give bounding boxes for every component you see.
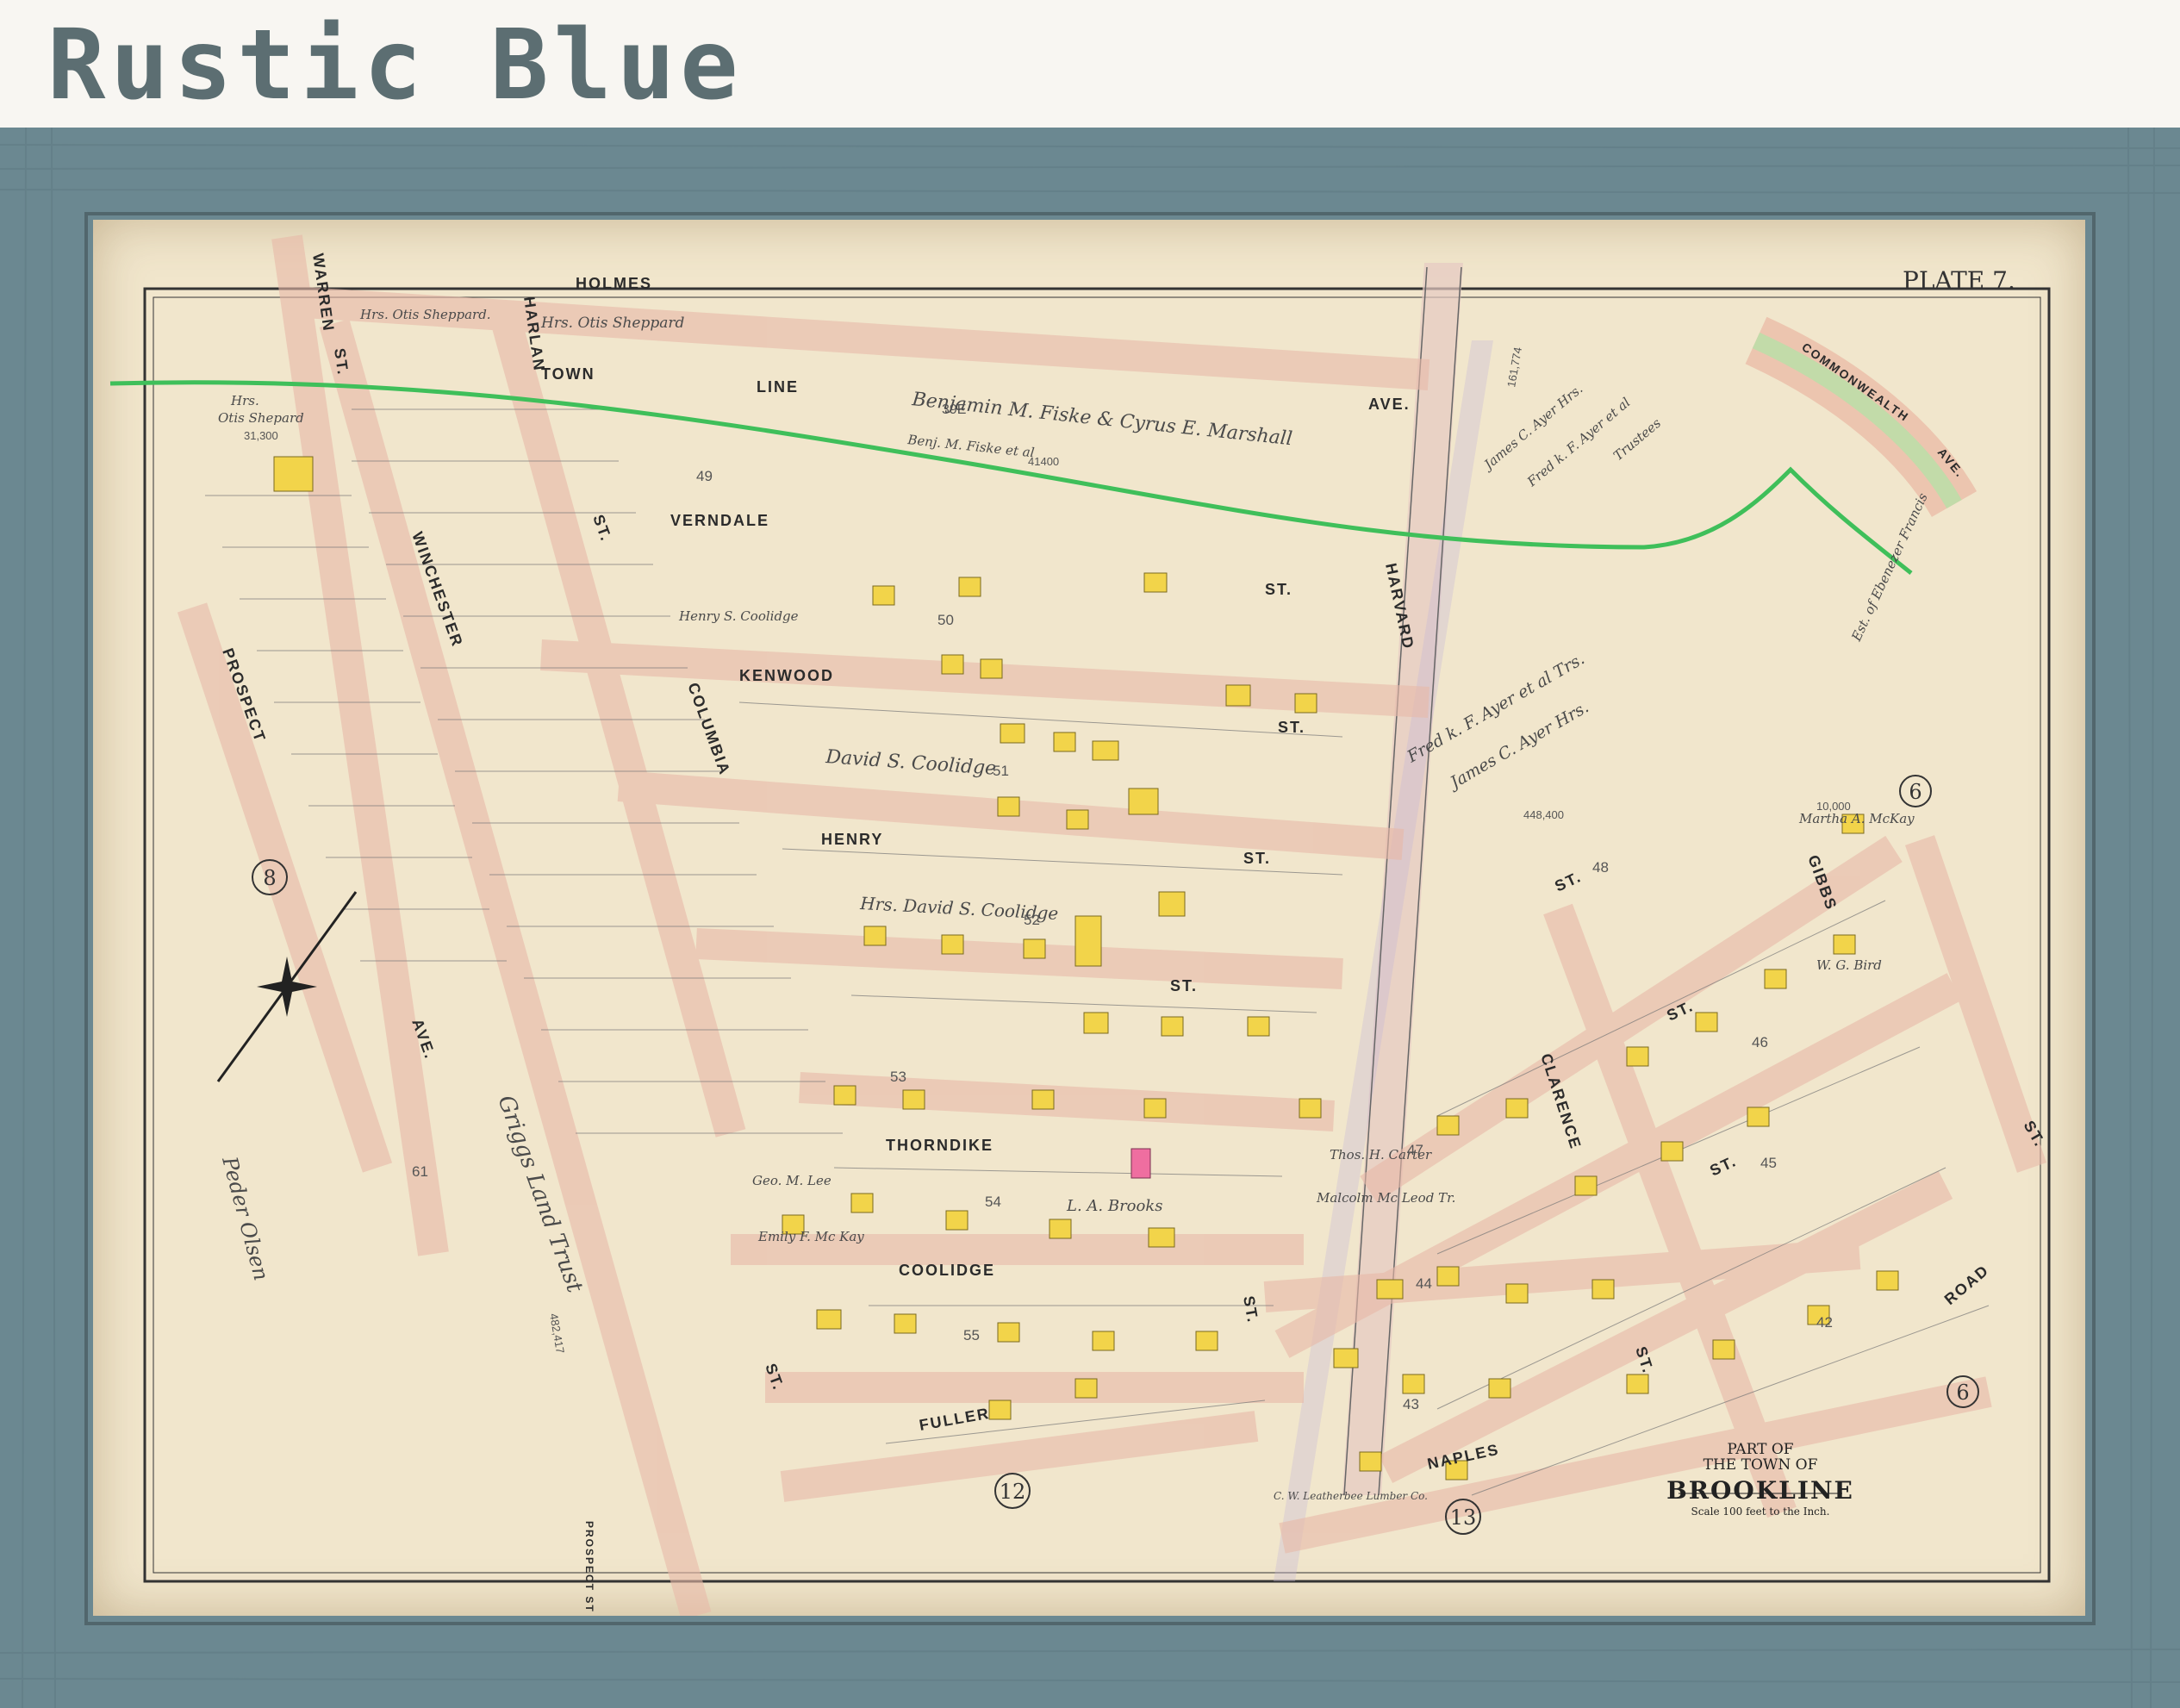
owner-sheppard-1: Hrs. Otis Sheppard. [359, 307, 491, 322]
harvard-street [1274, 263, 1493, 1581]
circle-8: 8 [263, 866, 276, 890]
block-46: 46 [1752, 1034, 1768, 1050]
cartouche-town-of: THE TOWN OF [1704, 1456, 1818, 1474]
circle-12: 12 [1000, 1480, 1026, 1504]
street-st-mid: ST. [1170, 977, 1198, 994]
street-town-label: TOWN [541, 365, 595, 383]
street-verndale-st: ST. [1265, 581, 1292, 598]
street-coolidge: COOLIDGE [899, 1262, 995, 1279]
street-harlan-st: ST. [589, 513, 615, 545]
owner-trustees: Trustees [1610, 415, 1664, 464]
street-harvard-st: ST. [1240, 1294, 1261, 1325]
owner-francis: Est. of Ebenezer Francis [1848, 490, 1931, 645]
block-61: 61 [412, 1163, 428, 1180]
street-verndale: VERNDALE [670, 512, 769, 529]
area-39e: 39E [942, 402, 966, 417]
street-fuller: FULLER [918, 1405, 991, 1434]
street-prospect-st: PROSPECT ST [583, 1521, 595, 1613]
owner-mckay2: Emily F. Mc Kay [757, 1229, 864, 1244]
block-55: 55 [963, 1327, 980, 1343]
street-road: ROAD [1941, 1262, 1993, 1309]
block-45: 45 [1760, 1155, 1777, 1171]
block-48: 48 [1592, 859, 1609, 876]
block-53: 53 [890, 1069, 906, 1085]
commonwealth-avenue [1745, 316, 1978, 518]
block-44: 44 [1416, 1275, 1432, 1292]
title-banner: Rustic Blue [0, 0, 2180, 125]
area-31300: 31,300 [244, 429, 278, 442]
block-51: 51 [993, 763, 1009, 779]
owner-lee: Geo. M. Lee [752, 1173, 832, 1188]
owner-coolidge-1: Henry S. Coolidge [678, 608, 799, 624]
block-47: 47 [1407, 1142, 1423, 1158]
area-161774: 161,774 [1504, 346, 1524, 389]
street-kenwood-st: ST. [1278, 719, 1305, 736]
block-50: 50 [937, 612, 954, 628]
cartouche-part-of: PART OF [1727, 1441, 1793, 1458]
plate-label: PLATE 7. [1903, 266, 2015, 295]
street-lower-st: ST. [1707, 1152, 1739, 1180]
owner-malcolm: Malcolm Mc Leod Tr. [1316, 1190, 1455, 1206]
owner-leatherbee: C. W. Leatherbee Lumber Co. [1274, 1490, 1428, 1502]
street-kenwood: KENWOOD [739, 667, 834, 684]
street-holmes: HOLMES [576, 275, 652, 292]
block-43: 43 [1403, 1396, 1419, 1412]
street-henry-st: ST. [1243, 850, 1271, 867]
street-henry: HENRY [821, 831, 883, 848]
owner-peder: Peder Olsen [217, 1153, 273, 1282]
owner-sheppard-2: Hrs. Otis Sheppard [540, 315, 684, 332]
owner-ayer-2: Fred k. F. Ayer et al [1523, 395, 1633, 490]
block-49: 49 [696, 468, 713, 484]
circle-6-top: 6 [1909, 780, 1922, 804]
area-448400: 448,400 [1523, 808, 1564, 821]
banner-title: Rustic Blue [47, 9, 744, 122]
area-482417: 482,417 [547, 1312, 567, 1355]
street-thorndike: THORNDIKE [886, 1137, 993, 1154]
street-line-label: LINE [757, 378, 799, 396]
street-bands [177, 234, 2047, 1616]
block-54: 54 [985, 1194, 1001, 1210]
circle-13: 13 [1450, 1505, 1477, 1530]
street-columbia: COLUMBIA [684, 681, 733, 778]
cartouche-scale: Scale 100 feet to the Inch. [1691, 1505, 1830, 1518]
area-41400: 41400 [1028, 455, 1059, 468]
circled-numbers: 8 6 6 12 13 [252, 775, 1979, 1535]
pink-building [1130, 1148, 1151, 1179]
owner-brooks: L. A. Brooks [1066, 1197, 1163, 1215]
block-52: 52 [1024, 912, 1040, 928]
owner-mckay: Martha A. McKay [1798, 811, 1915, 826]
street-gibbs-st: ST. [1552, 868, 1584, 895]
owner-shepard: Otis Shepard [218, 410, 304, 426]
cartouche-brookline: BROOKLINE [1666, 1476, 1854, 1505]
owner-shepard-hrs: Hrs. [230, 393, 259, 408]
owner-ayer-1: James C. Ayer Hrs. [1479, 381, 1586, 474]
block-42: 42 [1816, 1314, 1833, 1331]
circle-6-bottom: 6 [1956, 1381, 1969, 1405]
area-10000: 10,000 [1816, 800, 1851, 813]
map-canvas: PLATE 7. HOLMES WARREN ST. HARLAN TOWN L… [109, 234, 2051, 1616]
owner-bird: W. G. Bird [1816, 957, 1882, 973]
owner-ayer-4: James C. Ayer Hrs. [1444, 698, 1592, 795]
owner-coolidge-2: David S. Coolidge [825, 746, 997, 780]
street-ave-holmes: AVE. [1368, 396, 1411, 413]
